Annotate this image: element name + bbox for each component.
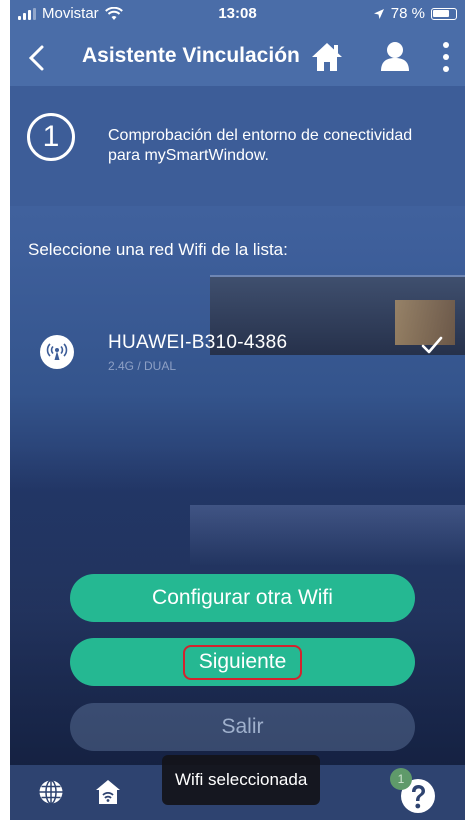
exit-button[interactable]: Salir <box>70 703 415 751</box>
app-header: Asistente Vinculación <box>10 28 465 86</box>
status-right: 78 % <box>373 5 457 22</box>
toast-message: Wifi seleccionada <box>162 755 321 805</box>
phone-screen: Movistar 13:08 78 % Asistente Vinculació… <box>10 0 465 820</box>
wifi-antenna-icon <box>40 335 74 369</box>
step-description: Comprobación del entorno de conectividad… <box>108 127 413 164</box>
status-bar: Movistar 13:08 78 % <box>10 0 465 28</box>
step-banner: 1 Comprobación del entorno de conectivid… <box>10 86 465 206</box>
chevron-left-icon[interactable] <box>22 42 50 74</box>
next-button-label: Siguiente <box>182 644 303 680</box>
battery-percent: 78 % <box>390 5 425 22</box>
background-reflection <box>190 505 465 565</box>
battery-fill <box>433 9 449 17</box>
help-badge: 1 <box>390 768 412 790</box>
globe-icon[interactable] <box>38 779 64 805</box>
wifi-network-name: HUAWEI-B310-4386 <box>108 332 288 353</box>
configure-other-wifi-button[interactable]: Configurar otra Wifi <box>70 574 415 622</box>
wifi-network-row[interactable]: HUAWEI-B310-4386 2.4G / DUAL <box>10 322 465 382</box>
wifi-list-label: Seleccione una red Wifi de la lista: <box>28 240 288 259</box>
battery-icon <box>431 7 457 20</box>
checkmark-icon <box>421 336 443 354</box>
location-arrow-icon <box>373 8 384 19</box>
help-button[interactable]: 1 <box>390 768 444 816</box>
home-icon[interactable] <box>310 40 344 74</box>
step-number: 1 <box>27 113 75 161</box>
user-icon[interactable] <box>378 39 412 73</box>
wifi-network-band: 2.4G / DUAL <box>108 359 177 373</box>
house-wifi-icon[interactable] <box>95 778 121 806</box>
more-vertical-icon[interactable] <box>438 40 454 74</box>
page-title: Asistente Vinculación <box>82 44 300 67</box>
next-button[interactable]: Siguiente <box>70 638 415 686</box>
